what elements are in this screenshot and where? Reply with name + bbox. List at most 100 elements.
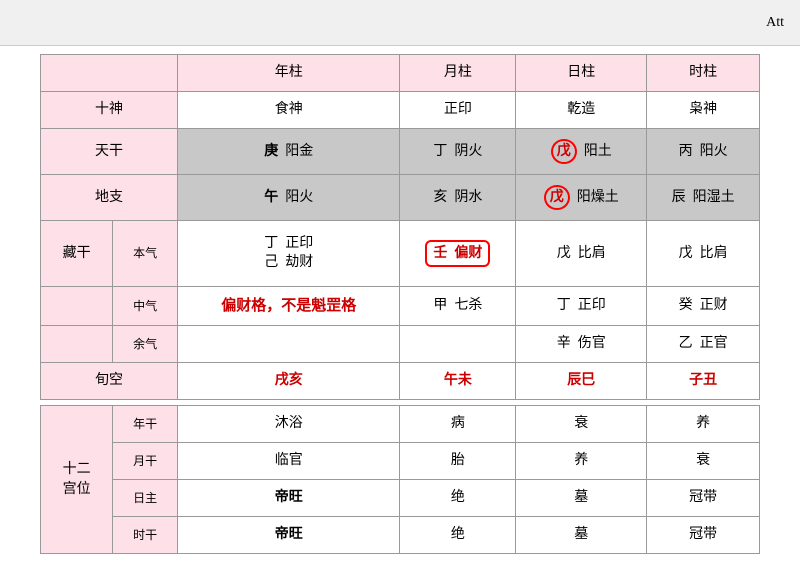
gongwei-row4: 时干 帝旺 绝 墓 冠带	[41, 516, 760, 553]
zanggan-sub1: 本气	[113, 220, 178, 286]
dizhi-col3-circled: 戊	[544, 185, 570, 211]
yuqi-col4: 乙 正官	[647, 326, 760, 363]
gongwei-r1-c1: 沐浴	[178, 406, 400, 443]
header-shizhu: 时柱	[647, 55, 760, 92]
shishen-col4: 枭神	[647, 91, 760, 128]
header-yuezhu: 月柱	[400, 55, 516, 92]
gongwei-r2-c3: 养	[516, 443, 647, 480]
dizhi-col4-char: 辰	[672, 190, 686, 205]
header-rizhu: 日柱	[516, 55, 647, 92]
zhongqi-col3: 丁 正印	[516, 287, 647, 326]
tiangan-col1: 庚 阳金	[178, 128, 400, 174]
tiangan-col1-attr: 阳金	[285, 144, 313, 159]
gongwei-r1-c2: 病	[400, 406, 516, 443]
tiangan-col3-char-circled: 戊	[551, 139, 577, 165]
gongwei-r4-c3: 墓	[516, 516, 647, 553]
zhongqi-sub: 中气	[113, 287, 178, 326]
gongwei-r4-c2: 绝	[400, 516, 516, 553]
shishen-col3: 乾造	[516, 91, 647, 128]
yuqi-row: 余气 辛 伤官 乙 正官	[41, 326, 760, 363]
xunkong-row: 旬空 戌亥 午未 辰巳 子丑	[41, 363, 760, 400]
gongwei-label: 十二 宫位	[41, 406, 113, 554]
tiangan-col2-attr: 阴火	[454, 144, 482, 159]
shishen-row: 十神 食神 正印 乾造 枭神	[41, 91, 760, 128]
gongwei-sub4: 时干	[113, 516, 178, 553]
tiangan-col1-char: 庚	[264, 144, 278, 159]
gongwei-sub3: 日主	[113, 479, 178, 516]
yuqi-empty	[41, 326, 113, 363]
tiangan-col4: 丙 阳火	[647, 128, 760, 174]
top-bar-label: Att	[766, 15, 784, 31]
dizhi-col2: 亥 阴水	[400, 174, 516, 220]
gongwei-r2-c4: 衰	[647, 443, 760, 480]
dizhi-col4-attr: 阳湿土	[693, 190, 735, 205]
tiangan-row: 天干 庚 阳金 丁 阴火 戊 阳土 丙 阳火	[41, 128, 760, 174]
yuqi-col3: 辛 伤官	[516, 326, 647, 363]
gongwei-r4-c4: 冠带	[647, 516, 760, 553]
gongwei-r3-c3: 墓	[516, 479, 647, 516]
top-bar: Att	[0, 0, 800, 46]
gongwei-r3-c4: 冠带	[647, 479, 760, 516]
zhongqi-col2: 甲 七杀	[400, 287, 516, 326]
dizhi-col3-attr: 阳燥土	[577, 190, 619, 205]
dizhi-col2-attr: 阴水	[454, 190, 482, 205]
gongwei-row1: 十二 宫位 年干 沐浴 病 衰 养	[41, 406, 760, 443]
xunkong-col3: 辰巳	[516, 363, 647, 400]
gongwei-row3: 日主 帝旺 绝 墓 冠带	[41, 479, 760, 516]
zhongqi-row: 中气 偏财格，不是魁罡格 甲 七杀 丁 正印 癸 正财	[41, 287, 760, 326]
gongwei-sub1: 年干	[113, 406, 178, 443]
zanggan-col4: 戊 比肩	[647, 220, 760, 286]
zhongqi-empty	[41, 287, 113, 326]
gongwei-r3-c2: 绝	[400, 479, 516, 516]
xunkong-col2: 午未	[400, 363, 516, 400]
tiangan-col4-attr: 阳火	[700, 144, 728, 159]
dizhi-label: 地支	[41, 174, 178, 220]
dizhi-row: 地支 午 阳火 亥 阴水 戊 阳燥土 辰 阳湿土	[41, 174, 760, 220]
tiangan-col4-char: 丙	[679, 144, 693, 159]
gongwei-row2: 月干 临官 胎 养 衰	[41, 443, 760, 480]
dizhi-col1: 午 阳火	[178, 174, 400, 220]
xunkong-col4: 子丑	[647, 363, 760, 400]
zhongqi-annotation-text: 偏财格，不是魁罡格	[221, 298, 356, 314]
zanggan-benqi-row: 藏干 本气 丁 正印 己 劫财 壬 偏财 戊 比肩	[41, 220, 760, 286]
zanggan-col3: 戊 比肩	[516, 220, 647, 286]
header-empty	[41, 55, 178, 92]
gongwei-r3-c1: 帝旺	[178, 479, 400, 516]
tiangan-col3-attr: 阳土	[584, 144, 612, 159]
yuqi-col2-empty	[400, 326, 516, 363]
xunkong-col1: 戌亥	[178, 363, 400, 400]
gongwei-r1-c3: 衰	[516, 406, 647, 443]
dizhi-col1-attr: 阳火	[285, 190, 313, 205]
gongwei-r2-c2: 胎	[400, 443, 516, 480]
tiangan-col2-char: 丁	[433, 144, 447, 159]
zanggan-col2: 壬 偏财	[400, 220, 516, 286]
zanggan-col1-c: 己 劫财	[183, 253, 394, 273]
header-nianzhu: 年柱	[178, 55, 400, 92]
yuqi-sub: 余气	[113, 326, 178, 363]
yuqi-col1-empty	[178, 326, 400, 363]
bazi-table: 年柱 月柱 日柱 时柱 十神 食神 正印 乾造 枭神 天干 庚 阳金	[40, 54, 760, 554]
page-wrapper: Att 年柱 月柱 日柱 时柱 十神 食神 正印 乾造 枭神 天干	[0, 0, 800, 562]
gongwei-sub2: 月干	[113, 443, 178, 480]
zanggan-label: 藏干	[41, 220, 113, 286]
tiangan-col2: 丁 阴火	[400, 128, 516, 174]
dizhi-col4: 辰 阳湿土	[647, 174, 760, 220]
tiangan-col3: 戊 阳土	[516, 128, 647, 174]
dizhi-col3: 戊 阳燥土	[516, 174, 647, 220]
tiangan-label: 天干	[41, 128, 178, 174]
header-row: 年柱 月柱 日柱 时柱	[41, 55, 760, 92]
zhongqi-annotation: 偏财格，不是魁罡格	[178, 287, 400, 326]
dizhi-col1-char: 午	[264, 190, 278, 205]
shishen-col2: 正印	[400, 91, 516, 128]
xunkong-label: 旬空	[41, 363, 178, 400]
zanggan-col1-a: 丁 正印	[183, 234, 394, 254]
dizhi-col2-char: 亥	[433, 190, 447, 205]
gongwei-r4-c1: 帝旺	[178, 516, 400, 553]
zhongqi-col4: 癸 正财	[647, 287, 760, 326]
gongwei-r2-c1: 临官	[178, 443, 400, 480]
shishen-label: 十神	[41, 91, 178, 128]
gongwei-r1-c4: 养	[647, 406, 760, 443]
zanggan-col1: 丁 正印 己 劫财	[178, 220, 400, 286]
shishen-col1: 食神	[178, 91, 400, 128]
main-content: 年柱 月柱 日柱 时柱 十神 食神 正印 乾造 枭神 天干 庚 阳金	[0, 46, 800, 562]
